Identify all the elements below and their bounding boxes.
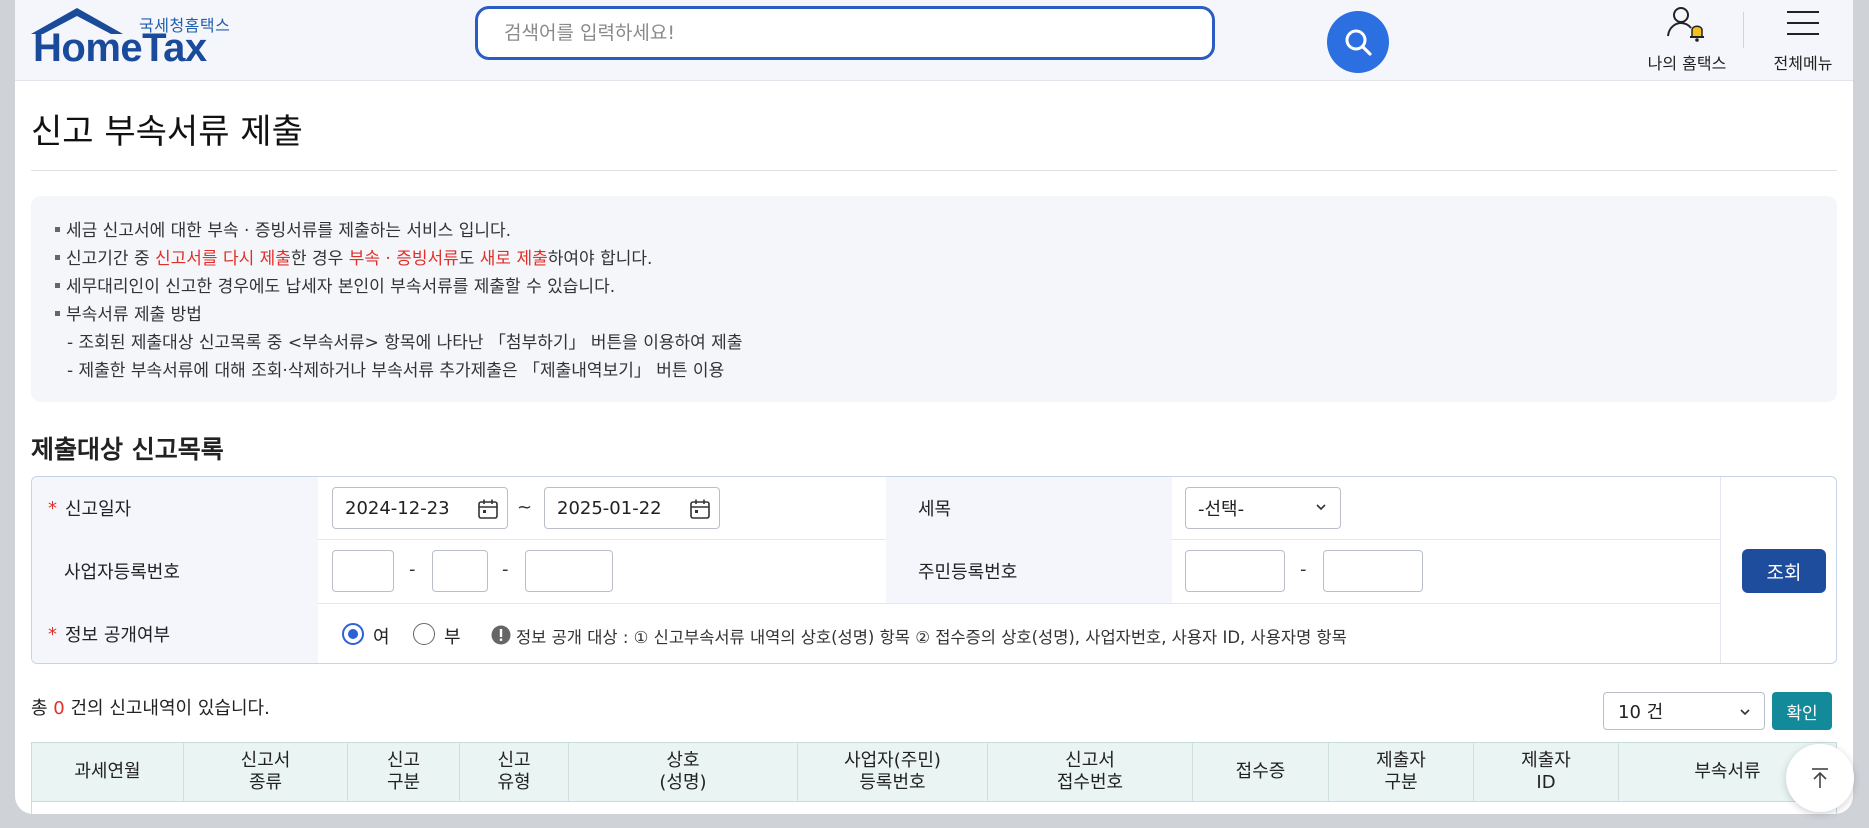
search-button[interactable]	[1327, 11, 1389, 73]
biz-no-label: 사업자등록번호	[32, 539, 318, 603]
search-submit-button[interactable]: 조회	[1742, 549, 1826, 593]
scroll-top-button[interactable]	[1786, 744, 1854, 812]
arrow-up-icon	[1812, 768, 1828, 788]
confirm-button[interactable]: 확인	[1772, 692, 1832, 730]
header-divider	[1743, 12, 1744, 48]
disclosure-label: * 정보 공개여부	[32, 603, 318, 663]
resident-no-part1-input[interactable]	[1185, 550, 1285, 592]
dash: -	[1300, 559, 1307, 580]
tax-item-select[interactable]: -선택-	[1185, 487, 1341, 529]
column-header: 신고 유형	[460, 743, 569, 801]
section-title: 제출대상 신고목록	[31, 435, 224, 464]
page-size-select[interactable]: 10 건	[1603, 692, 1765, 730]
info-line: 세무대리인이 신고한 경우에도 납세자 본인이 부속서류를 제출할 수 있습니다…	[55, 272, 615, 297]
resident-no-label: 주민등록번호	[886, 539, 1172, 603]
column-header: 제출자 ID	[1474, 743, 1619, 801]
info-line: 세금 신고서에 대한 부속 · 증빙서류를 제출하는 서비스 입니다.	[55, 216, 511, 241]
result-table-body	[31, 802, 1837, 814]
exclamation-icon	[491, 625, 511, 645]
info-subline: - 제출한 부속서류에 대해 조회·삭제하거나 부속서류 추가제출은 「제출내역…	[67, 361, 725, 381]
page-title: 신고 부속서류 제출	[31, 112, 303, 152]
hamburger-icon	[1787, 11, 1819, 35]
resident-no-part2-input[interactable]	[1323, 550, 1423, 592]
report-date-label: * 신고일자	[32, 477, 318, 539]
result-count: 총 0 건의 신고내역이 있습니다.	[31, 698, 270, 719]
user-bell-icon	[1667, 7, 1704, 42]
biz-no-part3-input[interactable]	[525, 550, 613, 592]
result-table-header: 과세연월 신고서 종류 신고 구분 신고 유형 상호 (성명) 사업자(주민) …	[31, 742, 1837, 802]
disclosure-yes-radio[interactable]	[342, 623, 364, 645]
chevron-down-icon	[1316, 504, 1326, 511]
info-line: 신고기간 중 신고서를 다시 제출한 경우 부속 · 증빙서류도 새로 제출하여…	[55, 244, 652, 269]
date-from-input[interactable]: 2024-12-23	[332, 487, 508, 529]
calendar-icon[interactable]	[689, 498, 711, 520]
disclosure-no-radio[interactable]	[413, 623, 435, 645]
tax-item-label: 세목	[886, 477, 1172, 539]
page: 국세청홈택스 HomeTax 나의 홈택스	[15, 0, 1853, 814]
header: 국세청홈택스 HomeTax 나의 홈택스	[15, 0, 1853, 81]
biz-no-part2-input[interactable]	[432, 550, 488, 592]
form-row-date: * 신고일자 2024-12-23 ~ 2025-01-22 세목 -선택-	[32, 477, 1720, 540]
disclosure-yes-label[interactable]: 여	[373, 623, 390, 649]
title-divider	[31, 170, 1837, 171]
column-header: 신고서 접수번호	[988, 743, 1193, 801]
disclosure-note: 정보 공개 대상 : ① 신고부속서류 내역의 상호(성명) 항목 ② 접수증의…	[516, 628, 1347, 647]
column-header: 사업자(주민) 등록번호	[798, 743, 988, 801]
column-header: 신고서 종류	[184, 743, 348, 801]
form-row-ids: 사업자등록번호 - - 주민등록번호 -	[32, 539, 1720, 604]
all-menu-button[interactable]: 전체메뉴	[1763, 4, 1843, 74]
biz-no-part1-input[interactable]	[332, 550, 394, 592]
dash: -	[502, 559, 509, 580]
date-separator: ~	[517, 497, 533, 518]
all-menu-label: 전체메뉴	[1773, 54, 1833, 73]
calendar-icon[interactable]	[477, 498, 499, 520]
global-search	[475, 6, 1389, 73]
info-line: 부속서류 제출 방법	[55, 300, 202, 325]
column-header: 상호 (성명)	[569, 743, 798, 801]
search-form: * 신고일자 2024-12-23 ~ 2025-01-22 세목 -선택- 사…	[31, 476, 1837, 664]
column-header: 과세연월	[32, 743, 184, 801]
date-to-input[interactable]: 2025-01-22	[544, 487, 720, 529]
info-box: 세금 신고서에 대한 부속 · 증빙서류를 제출하는 서비스 입니다. 신고기간…	[31, 196, 1837, 402]
search-icon	[1345, 29, 1372, 56]
chevron-down-icon	[1740, 709, 1750, 716]
dash: -	[409, 559, 416, 580]
column-header: 제출자 구분	[1329, 743, 1474, 801]
logo-text: HomeTax	[33, 26, 207, 70]
column-header: 신고 구분	[348, 743, 460, 801]
my-hometax-label: 나의 홈택스	[1647, 54, 1727, 73]
hometax-logo[interactable]: 국세청홈택스 HomeTax	[31, 4, 231, 70]
my-hometax-button[interactable]: 나의 홈택스	[1637, 4, 1737, 74]
form-row-disclosure: * 정보 공개여부 여 부 정보 공개 대상 : ① 신고부속서류 내역의 상호(…	[32, 603, 1720, 663]
search-input[interactable]	[475, 6, 1215, 60]
column-header: 접수증	[1193, 743, 1329, 801]
disclosure-no-label[interactable]: 부	[444, 623, 461, 649]
info-subline: - 조회된 제출대상 신고목록 중 <부속서류> 항목에 나타난 「첨부하기」 …	[67, 333, 743, 353]
